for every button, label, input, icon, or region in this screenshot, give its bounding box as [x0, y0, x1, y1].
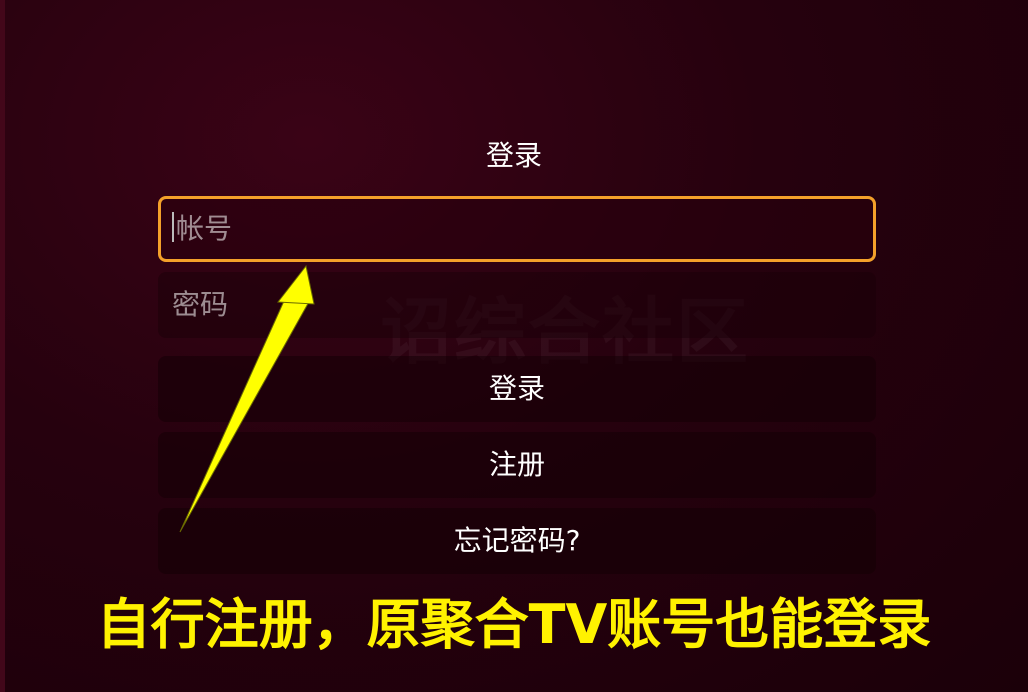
text-caret — [172, 212, 174, 242]
login-button[interactable]: 登录 — [158, 356, 876, 422]
account-input[interactable]: 帐号 — [158, 196, 876, 262]
window-left-edge — [0, 0, 5, 692]
password-placeholder: 密码 — [172, 288, 229, 321]
forgot-password-button[interactable]: 忘记密码? — [158, 508, 876, 574]
password-input[interactable]: 密码 — [158, 272, 876, 338]
page-title: 登录 — [485, 139, 542, 172]
register-button[interactable]: 注册 — [158, 432, 876, 498]
account-placeholder: 帐号 — [176, 212, 233, 245]
annotation-caption: 自行注册，原聚合TV账号也能登录 — [96, 593, 932, 656]
